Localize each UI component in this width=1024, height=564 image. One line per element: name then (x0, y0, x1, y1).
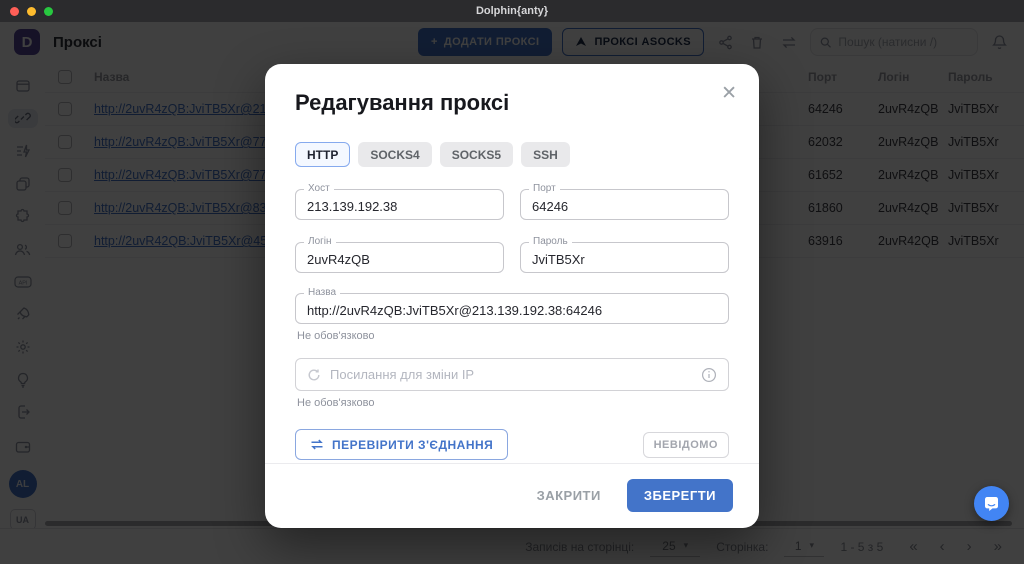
support-chat-button[interactable] (974, 486, 1009, 521)
name-field: Назва (295, 293, 729, 324)
login-field: Логін (295, 242, 504, 273)
macos-titlebar: Dolphin{anty} (0, 0, 1024, 22)
proxy-type-tabs: HTTP SOCKS4 SOCKS5 SSH (295, 142, 729, 167)
tab-ssh[interactable]: SSH (521, 142, 570, 167)
check-connection-button[interactable]: ПЕРЕВІРИТИ З'ЄДНАННЯ (295, 429, 508, 460)
tab-socks5[interactable]: SOCKS5 (440, 142, 513, 167)
close-icon[interactable]: ✕ (721, 84, 737, 103)
host-label: Хост (304, 183, 334, 194)
info-icon[interactable] (701, 367, 717, 383)
password-label: Пароль (529, 236, 572, 247)
name-input[interactable] (295, 293, 729, 324)
name-label: Назва (304, 287, 340, 298)
minimize-window-button[interactable] (27, 7, 36, 16)
cancel-button[interactable]: ЗАКРИТИ (537, 488, 601, 503)
change-ip-input[interactable] (330, 367, 692, 382)
port-field: Порт (520, 189, 729, 220)
edit-proxy-modal: Редагування проксі ✕ HTTP SOCKS4 SOCKS5 … (265, 64, 759, 528)
close-window-button[interactable] (10, 7, 19, 16)
host-field: Хост (295, 189, 504, 220)
tab-http[interactable]: HTTP (295, 142, 350, 167)
password-field: Пароль (520, 242, 729, 273)
port-label: Порт (529, 183, 560, 194)
optional-hint: Не обов'язково (297, 330, 729, 342)
modal-title: Редагування проксі (295, 90, 729, 116)
window-title: Dolphin{anty} (476, 5, 548, 17)
refresh-icon (307, 368, 321, 382)
tab-socks4[interactable]: SOCKS4 (358, 142, 431, 167)
status-badge: НЕВІДОМО (643, 432, 729, 458)
traffic-lights (10, 7, 53, 16)
login-label: Логін (304, 236, 336, 247)
chat-icon (983, 496, 1000, 512)
swap-icon (310, 439, 324, 450)
zoom-window-button[interactable] (44, 7, 53, 16)
save-button[interactable]: ЗБЕРЕГТИ (627, 479, 733, 512)
change-ip-field (295, 358, 729, 391)
optional-hint: Не обов'язково (297, 397, 729, 409)
